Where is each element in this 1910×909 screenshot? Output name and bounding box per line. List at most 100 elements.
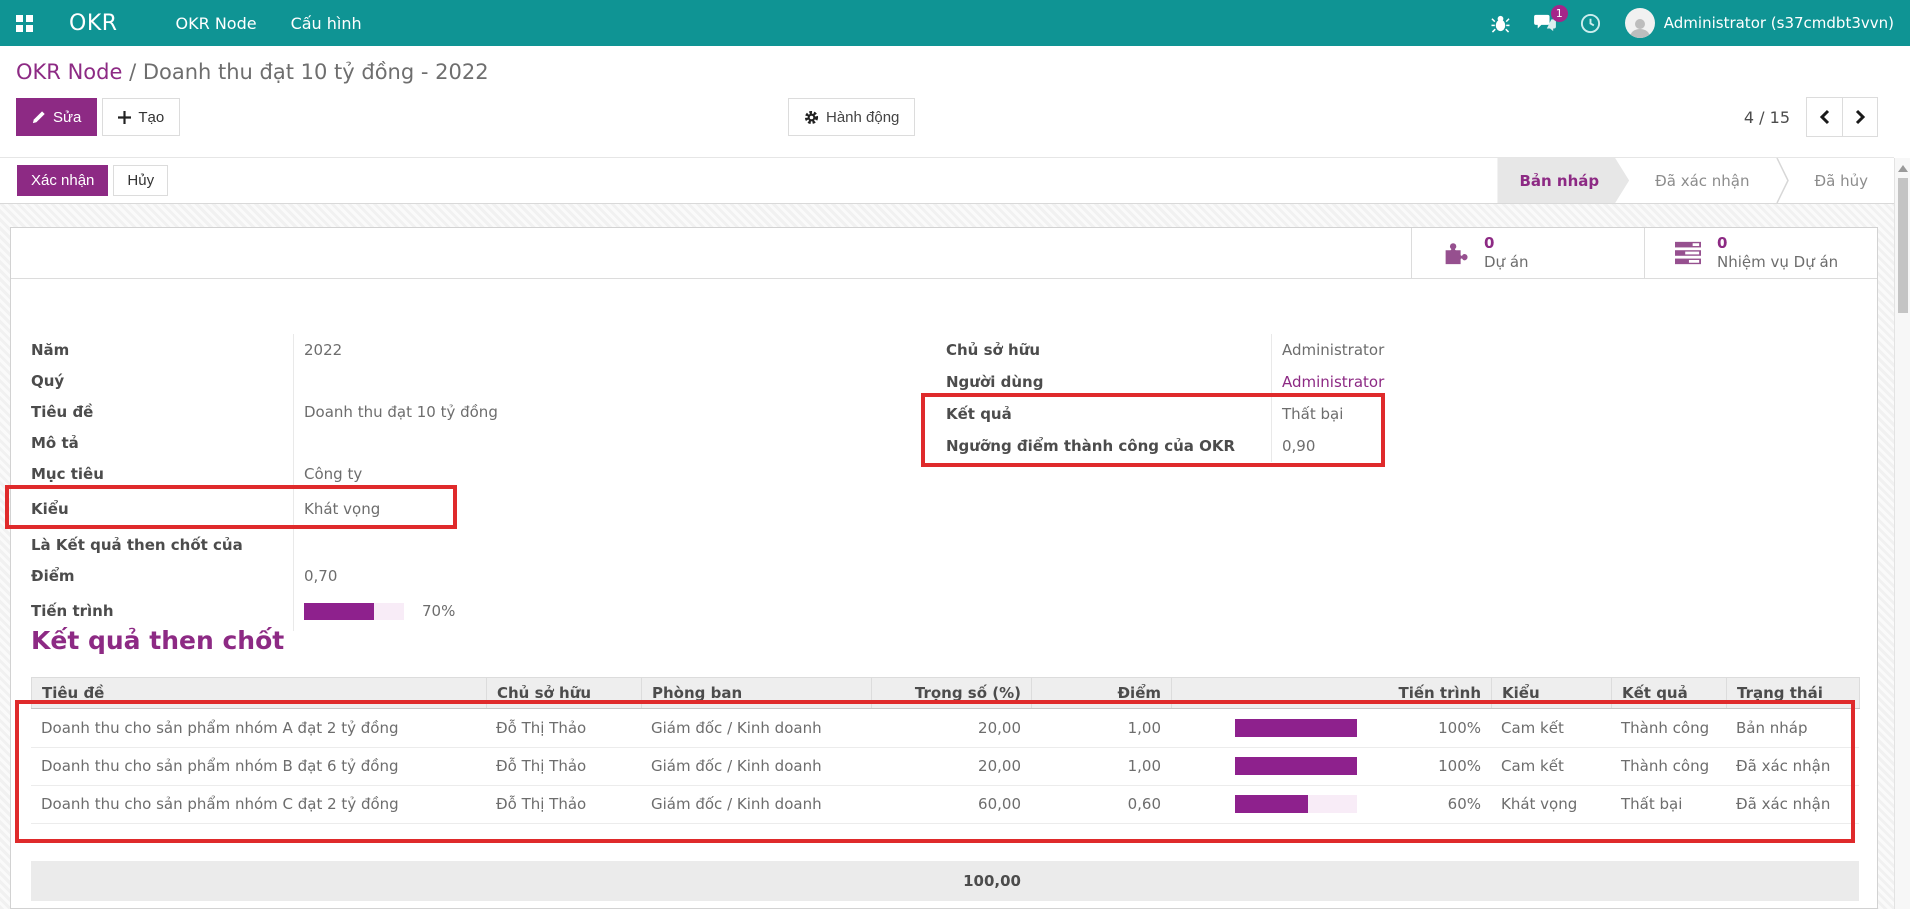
- progress-label: 70%: [422, 602, 455, 620]
- col-tien-trinh[interactable]: Tiến trình: [1172, 678, 1492, 709]
- cell-state[interactable]: Bản nháp: [1726, 709, 1859, 747]
- debug-bug-icon[interactable]: [1491, 14, 1510, 33]
- cell-progress[interactable]: 100%: [1171, 709, 1491, 747]
- activities-clock-icon[interactable]: [1580, 13, 1601, 34]
- col-chu-so-huu[interactable]: Chủ sở hữu: [487, 678, 642, 709]
- col-tieu-de[interactable]: Tiêu đề: [32, 678, 487, 709]
- app-brand[interactable]: OKR: [69, 11, 118, 36]
- field-nguong-diem: Ngưỡng điểm thành công của OKR 0,90: [946, 430, 1426, 462]
- field-value-link[interactable]: Administrator: [1271, 366, 1426, 398]
- scrollbar-thumb[interactable]: [1898, 178, 1908, 313]
- col-ket-qua[interactable]: Kết quả: [1612, 678, 1727, 709]
- field-la-ket-qua-then-chot-cua: Là Kết quả then chốt của: [31, 529, 641, 560]
- cell-title[interactable]: Doanh thu cho sản phẩm nhóm B đạt 6 tỷ đ…: [31, 747, 486, 785]
- cell-type[interactable]: Cam kết: [1491, 709, 1611, 747]
- cell-title[interactable]: Doanh thu cho sản phẩm nhóm A đạt 2 tỷ đ…: [31, 709, 486, 747]
- col-trang-thai[interactable]: Trạng thái: [1727, 678, 1860, 709]
- cell-state[interactable]: Đã xác nhận: [1726, 785, 1859, 823]
- cell-result[interactable]: Thất bại: [1611, 785, 1726, 823]
- edit-button[interactable]: Sửa: [16, 98, 97, 136]
- field-mo-ta: Mô tả: [31, 427, 641, 458]
- cell-weight[interactable]: 20,00: [871, 709, 1031, 747]
- cell-score[interactable]: 1,00: [1031, 747, 1171, 785]
- navbar: OKR OKR Node Cấu hình 1 Administrator (s…: [0, 0, 1910, 46]
- cell-result[interactable]: Thành công: [1611, 747, 1726, 785]
- field-value[interactable]: Công ty: [293, 458, 641, 489]
- control-panel-buttons: Sửa Tạo Hành động 4 / 15: [16, 97, 1878, 137]
- footer-total-weight: 100,00: [871, 861, 1031, 901]
- stat-button-du-an[interactable]: 0 Dự án: [1411, 228, 1644, 278]
- cell-owner[interactable]: Đỗ Thị Thảo: [486, 785, 641, 823]
- cell-score[interactable]: 0,60: [1031, 785, 1171, 823]
- cell-department[interactable]: Giám đốc / Kinh doanh: [641, 747, 871, 785]
- apps-menu-icon[interactable]: [16, 15, 33, 32]
- message-count-badge: 1: [1551, 5, 1568, 22]
- cell-type[interactable]: Khát vọng: [1491, 785, 1611, 823]
- field-label: Chủ sở hữu: [946, 341, 1271, 359]
- user-menu[interactable]: Administrator (s37cmdbt3vvn): [1625, 8, 1894, 38]
- col-diem[interactable]: Điểm: [1032, 678, 1172, 709]
- field-value[interactable]: Doanh thu đạt 10 tỷ đồng: [293, 396, 641, 427]
- breadcrumb-parent[interactable]: OKR Node: [16, 60, 122, 84]
- cell-title[interactable]: Doanh thu cho sản phẩm nhóm C đạt 2 tỷ đ…: [31, 785, 486, 823]
- field-value[interactable]: [293, 427, 641, 458]
- stat-button-nhiem-vu-du-an[interactable]: 0 Nhiệm vụ Dự án: [1644, 228, 1877, 278]
- state-pill-da-xac-nhan[interactable]: Đã xác nhận: [1629, 158, 1775, 203]
- row-progress-label: 100%: [1357, 757, 1481, 775]
- stat-button-box: 0 Dự án 0 Nhiệm vụ Dự án: [11, 228, 1877, 279]
- key-results-header-table: Tiêu đề Chủ sở hữu Phòng ban Trọng số (%…: [31, 677, 1860, 709]
- cell-owner[interactable]: Đỗ Thị Thảo: [486, 709, 641, 747]
- cell-department[interactable]: Giám đốc / Kinh doanh: [641, 785, 871, 823]
- field-diem: Điểm 0,70: [31, 560, 641, 591]
- cell-result[interactable]: Thành công: [1611, 709, 1726, 747]
- state-pill-da-huy[interactable]: Đã hủy: [1789, 158, 1894, 203]
- field-value[interactable]: Administrator: [1271, 334, 1426, 366]
- field-value[interactable]: [293, 365, 641, 396]
- table-row[interactable]: Doanh thu cho sản phẩm nhóm B đạt 6 tỷ đ…: [31, 747, 1859, 785]
- col-trong-so[interactable]: Trọng số (%): [872, 678, 1032, 709]
- pager-count: 4 / 15: [1744, 108, 1790, 127]
- field-label: Kiểu: [31, 500, 293, 518]
- action-button[interactable]: Hành động: [788, 98, 915, 136]
- nav-item-cau-hinh[interactable]: Cấu hình: [291, 14, 362, 33]
- row-progressbar: [1235, 757, 1357, 775]
- cell-owner[interactable]: Đỗ Thị Thảo: [486, 747, 641, 785]
- pencil-icon: [32, 110, 46, 124]
- field-value[interactable]: Khát vọng: [293, 489, 641, 529]
- state-pill-ban-nhap[interactable]: Bản nháp: [1497, 158, 1629, 203]
- field-label: Quý: [31, 372, 293, 390]
- field-value[interactable]: 0,70: [293, 560, 641, 591]
- table-header-row: Tiêu đề Chủ sở hữu Phòng ban Trọng số (%…: [32, 678, 1860, 709]
- table-row[interactable]: Doanh thu cho sản phẩm nhóm A đạt 2 tỷ đ…: [31, 709, 1859, 747]
- scroll-up-arrow-icon[interactable]: [1898, 165, 1908, 172]
- field-value[interactable]: Thất bại: [1271, 398, 1426, 430]
- vertical-scrollbar[interactable]: [1894, 158, 1910, 909]
- pager-previous-button[interactable]: [1807, 98, 1842, 136]
- field-value[interactable]: 0,90: [1271, 430, 1426, 462]
- cell-weight[interactable]: 20,00: [871, 747, 1031, 785]
- cancel-button[interactable]: Hủy: [113, 165, 168, 196]
- confirm-button[interactable]: Xác nhận: [17, 165, 108, 196]
- cell-progress[interactable]: 60%: [1171, 785, 1491, 823]
- cell-department[interactable]: Giám đốc / Kinh doanh: [641, 709, 871, 747]
- field-value[interactable]: [293, 529, 641, 560]
- field-value[interactable]: 2022: [293, 334, 641, 365]
- messages-icon[interactable]: 1: [1534, 13, 1556, 33]
- stat-label-du-an: Dự án: [1484, 253, 1529, 272]
- cell-progress[interactable]: 100%: [1171, 747, 1491, 785]
- cell-state[interactable]: Đã xác nhận: [1726, 747, 1859, 785]
- field-label: Điểm: [31, 567, 293, 585]
- col-kieu[interactable]: Kiểu: [1492, 678, 1612, 709]
- col-phong-ban[interactable]: Phòng ban: [642, 678, 872, 709]
- field-label: Mục tiêu: [31, 465, 293, 483]
- field-kieu: Kiểu Khát vọng: [31, 489, 641, 529]
- empty-row[interactable]: [31, 823, 1859, 844]
- cell-type[interactable]: Cam kết: [1491, 747, 1611, 785]
- table-row[interactable]: Doanh thu cho sản phẩm nhóm C đạt 2 tỷ đ…: [31, 785, 1859, 823]
- navbar-right: 1 Administrator (s37cmdbt3vvn): [1491, 8, 1894, 38]
- pager-next-button[interactable]: [1842, 98, 1877, 136]
- create-button[interactable]: Tạo: [102, 98, 180, 136]
- cell-score[interactable]: 1,00: [1031, 709, 1171, 747]
- nav-item-okr-node[interactable]: OKR Node: [176, 14, 257, 33]
- cell-weight[interactable]: 60,00: [871, 785, 1031, 823]
